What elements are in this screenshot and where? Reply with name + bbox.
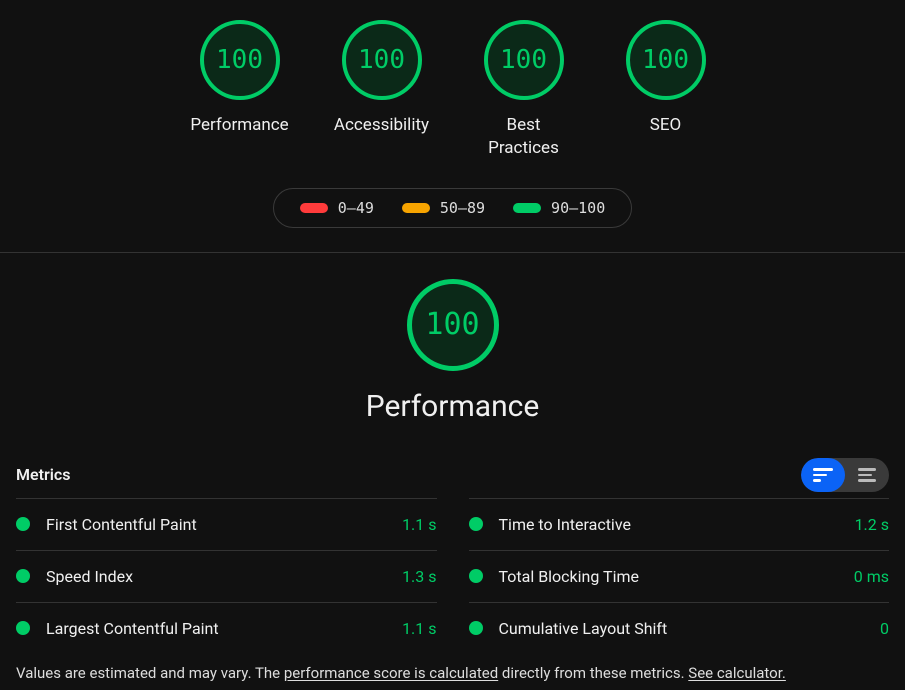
legend-range: 90–100 <box>551 199 605 217</box>
gauge-score: 100 <box>342 20 422 100</box>
legend-range: 50–89 <box>440 199 485 217</box>
metric-time-to-interactive: Time to Interactive 1.2 s <box>469 498 890 550</box>
performance-title: Performance <box>366 389 540 424</box>
gauges-row: 100 Performance 100 Accessibility 100 Be… <box>0 20 905 160</box>
legend-pill-icon <box>402 203 430 213</box>
metric-name: Largest Contentful Paint <box>46 619 402 638</box>
metrics-col-left: First Contentful Paint 1.1 s Speed Index… <box>16 498 437 654</box>
gauge-score: 100 <box>626 20 706 100</box>
metric-name: Cumulative Layout Shift <box>499 619 881 638</box>
gauge-label: SEO <box>650 114 681 137</box>
performance-section: 100 Performance Metrics <box>0 253 905 682</box>
performance-gauge: 100 <box>407 279 499 371</box>
status-dot-icon <box>469 517 483 531</box>
summary-section: 100 Performance 100 Accessibility 100 Be… <box>0 0 905 253</box>
status-dot-icon <box>16 517 30 531</box>
metric-name: Time to Interactive <box>499 515 855 534</box>
bars-icon <box>858 467 876 484</box>
metric-value: 1.2 s <box>855 515 889 534</box>
metric-first-contentful-paint: First Contentful Paint 1.1 s <box>16 498 437 550</box>
metric-largest-contentful-paint: Largest Contentful Paint 1.1 s <box>16 602 437 654</box>
metrics-view-toggle <box>801 458 889 492</box>
legend-pass: 90–100 <box>513 199 605 217</box>
footnote-text: directly from these metrics. <box>498 664 688 682</box>
gauge-best-practices[interactable]: 100 Best Practices <box>474 20 574 160</box>
status-dot-icon <box>469 569 483 583</box>
legend-average: 50–89 <box>402 199 485 217</box>
see-calculator-link[interactable]: See calculator. <box>688 664 786 682</box>
gauge-label: Accessibility <box>334 114 429 137</box>
legend-pill-icon <box>513 203 541 213</box>
metric-value: 0 <box>880 619 889 638</box>
legend-range: 0–49 <box>338 199 374 217</box>
status-dot-icon <box>469 621 483 635</box>
gauge-performance[interactable]: 100 Performance <box>190 20 290 160</box>
status-dot-icon <box>16 621 30 635</box>
legend-fail: 0–49 <box>300 199 374 217</box>
metrics-col-right: Time to Interactive 1.2 s Total Blocking… <box>469 498 890 654</box>
score-legend: 0–49 50–89 90–100 <box>273 188 632 228</box>
metric-name: Speed Index <box>46 567 402 586</box>
gauge-accessibility[interactable]: 100 Accessibility <box>332 20 432 160</box>
gauge-seo[interactable]: 100 SEO <box>616 20 716 160</box>
metric-value: 0 ms <box>854 567 889 586</box>
metrics-heading: Metrics <box>16 465 70 484</box>
gauge-label: Performance <box>190 114 288 137</box>
gauge-label: Best Practices <box>474 114 574 160</box>
status-dot-icon <box>16 569 30 583</box>
metric-name: First Contentful Paint <box>46 515 402 534</box>
metric-name: Total Blocking Time <box>499 567 854 586</box>
gauge-score: 100 <box>200 20 280 100</box>
score-calculated-link[interactable]: performance score is calculated <box>284 664 498 682</box>
view-collapsed-button[interactable] <box>801 458 845 492</box>
metrics-header-bar: Metrics <box>16 458 889 498</box>
footnote-text: Values are estimated and may vary. The <box>16 664 284 682</box>
view-expanded-button[interactable] <box>845 458 889 492</box>
bars-icon <box>813 467 833 484</box>
legend-pill-icon <box>300 203 328 213</box>
metric-speed-index: Speed Index 1.3 s <box>16 550 437 602</box>
metric-value: 1.1 s <box>402 619 436 638</box>
metric-cumulative-layout-shift: Cumulative Layout Shift 0 <box>469 602 890 654</box>
metric-value: 1.1 s <box>402 515 436 534</box>
metric-total-blocking-time: Total Blocking Time 0 ms <box>469 550 890 602</box>
metrics-grid: First Contentful Paint 1.1 s Speed Index… <box>16 498 889 654</box>
gauge-score: 100 <box>484 20 564 100</box>
performance-header: 100 Performance <box>16 279 889 424</box>
metric-value: 1.3 s <box>402 567 436 586</box>
metrics-footnote: Values are estimated and may vary. The p… <box>16 664 889 682</box>
